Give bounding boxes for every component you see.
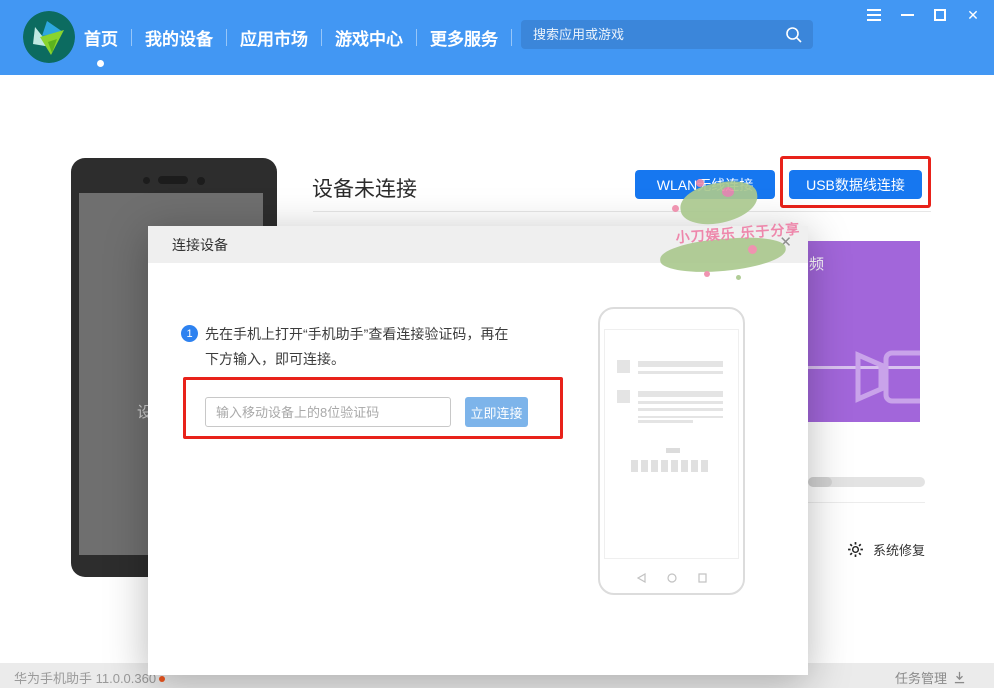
task-manager-button[interactable]: 任务管理 [895, 668, 966, 687]
phone-illustration [598, 307, 745, 595]
placeholder-line [638, 401, 723, 404]
search-box[interactable] [521, 20, 813, 49]
verification-code-input[interactable] [205, 397, 451, 427]
step-number-badge: 1 [181, 325, 198, 342]
phone-sensor-dot [143, 177, 150, 184]
minimize-icon[interactable] [898, 6, 916, 24]
task-manager-label: 任务管理 [895, 668, 947, 687]
window-controls: ✕ [865, 6, 982, 24]
search-icon[interactable] [784, 25, 804, 45]
nav-item-app-market[interactable]: 应用市场 [227, 25, 321, 50]
menu-icon[interactable] [865, 6, 883, 24]
video-card-label: 频 [809, 253, 824, 274]
instruction-line-1: 先在手机上打开“手机助手”查看连接验证码，再在 [205, 322, 565, 347]
recents-icon [698, 573, 707, 583]
placeholder-line [638, 416, 723, 418]
active-nav-dot [97, 60, 104, 67]
nav-item-home[interactable]: 首页 [84, 25, 131, 50]
android-nav-bar [600, 573, 743, 583]
placeholder-line [638, 361, 723, 367]
placeholder-line [638, 371, 723, 374]
search-input[interactable] [521, 27, 784, 42]
app-window: 首页 我的设备 应用市场 游戏中心 更多服务 ✕ [0, 0, 994, 688]
dialog-title: 连接设备 [172, 235, 228, 255]
system-repair-label: 系统修复 [873, 540, 925, 559]
dialog-instruction: 先在手机上打开“手机助手”查看连接验证码，再在 下方输入，即可连接。 [205, 322, 565, 372]
app-version-text: 华为手机助手 11.0.0.360 [14, 668, 156, 687]
placeholder-line [638, 408, 723, 411]
dialog-titlebar: 连接设备 ✕ [148, 226, 808, 263]
app-logo-icon[interactable] [23, 11, 75, 63]
placeholder-dash [666, 448, 680, 453]
download-icon [953, 671, 966, 684]
back-icon [637, 573, 646, 583]
main-nav: 首页 我的设备 应用市场 游戏中心 更多服务 [84, 0, 512, 75]
gear-icon [847, 541, 864, 558]
update-dot-badge [159, 676, 165, 682]
wlan-connect-button[interactable]: WLAN无线连接 [635, 170, 775, 199]
dialog-close-icon[interactable]: ✕ [779, 235, 792, 250]
right-panel-divider [808, 502, 925, 503]
device-status-title: 设备未连接 [312, 173, 417, 203]
storage-progress-bar [808, 477, 925, 487]
nav-item-my-devices[interactable]: 我的设备 [132, 25, 226, 50]
nav-item-more-services[interactable]: 更多服务 [417, 25, 511, 50]
phone-speaker-bar [158, 176, 188, 184]
home-icon [667, 573, 677, 583]
phone-camera-dot [197, 177, 205, 185]
system-repair-button[interactable]: 系统修复 [847, 540, 925, 559]
instruction-line-2: 下方输入，即可连接。 [205, 347, 565, 372]
code-boxes-row [631, 460, 708, 472]
video-camera-icon [848, 347, 920, 417]
app-version: 华为手机助手 11.0.0.360 [14, 668, 165, 687]
title-divider [313, 211, 931, 212]
placeholder-line [638, 391, 723, 397]
placeholder-line [638, 420, 693, 423]
nav-separator [511, 29, 512, 46]
placeholder-icon [617, 360, 630, 373]
connect-device-dialog: 连接设备 ✕ 1 先在手机上打开“手机助手”查看连接验证码，再在 下方输入，即可… [148, 226, 808, 675]
header-bar: 首页 我的设备 应用市场 游戏中心 更多服务 ✕ [0, 0, 994, 75]
nav-item-home-label: 首页 [84, 30, 118, 49]
video-feature-card[interactable]: 频 [808, 241, 920, 422]
window-close-icon[interactable]: ✕ [964, 6, 982, 24]
placeholder-icon [617, 390, 630, 403]
nav-item-game-center[interactable]: 游戏中心 [322, 25, 416, 50]
maximize-icon[interactable] [931, 6, 949, 24]
usb-connect-button[interactable]: USB数据线连接 [789, 170, 922, 199]
connect-now-button[interactable]: 立即连接 [465, 397, 528, 427]
